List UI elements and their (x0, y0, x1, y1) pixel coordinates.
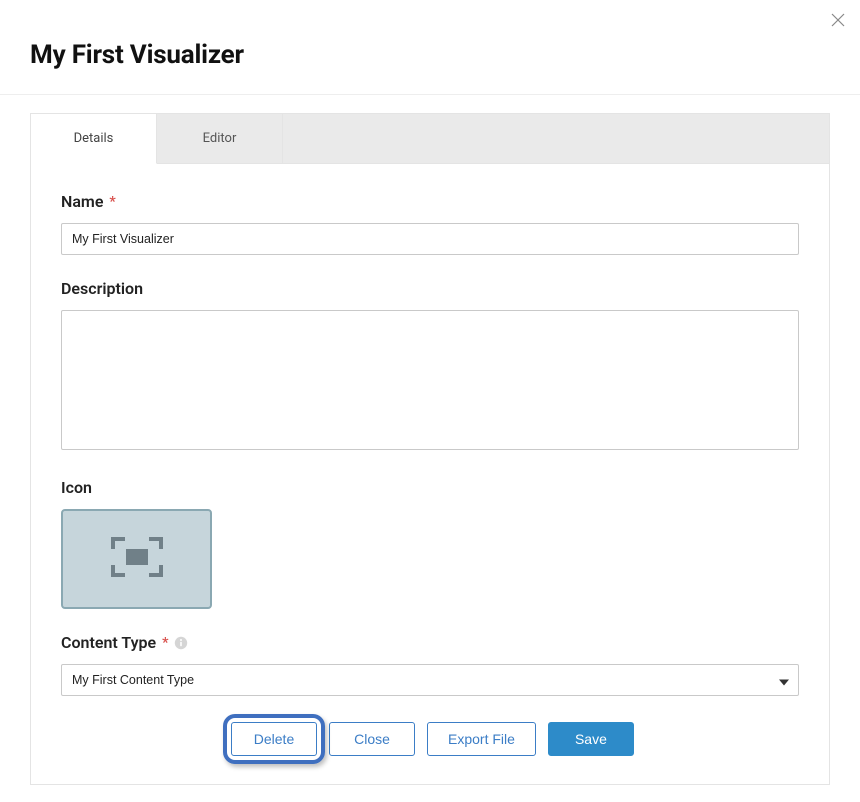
name-input[interactable] (61, 223, 799, 255)
fullscreen-icon (109, 535, 165, 583)
tab-editor-label: Editor (203, 131, 237, 146)
content-type-select-wrap: My First Content Type (61, 664, 799, 696)
tab-details[interactable]: Details (31, 114, 157, 164)
content-type-select[interactable]: My First Content Type (61, 664, 799, 696)
content-type-label: Content Type * (61, 633, 799, 652)
tab-details-label: Details (74, 131, 114, 146)
description-input[interactable] (61, 310, 799, 450)
divider (0, 94, 860, 95)
button-row: Delete Close Export File Save (61, 722, 799, 756)
required-marker: * (162, 635, 168, 651)
tab-editor[interactable]: Editor (157, 114, 283, 163)
name-label: Name * (61, 192, 799, 211)
page-title: My First Visualizer (0, 0, 860, 94)
form-body: Name * Description Icon (31, 164, 829, 784)
delete-button[interactable]: Delete (231, 722, 317, 756)
required-marker: * (109, 194, 115, 210)
save-button[interactable]: Save (548, 722, 634, 756)
name-field-block: Name * (61, 192, 799, 255)
icon-picker[interactable] (61, 509, 212, 609)
content-type-label-text: Content Type (61, 633, 156, 652)
icon-label: Icon (61, 478, 799, 497)
close-icon[interactable] (830, 12, 846, 28)
info-icon[interactable] (174, 636, 188, 650)
close-button[interactable]: Close (329, 722, 415, 756)
description-label-text: Description (61, 279, 143, 298)
name-label-text: Name (61, 192, 103, 211)
tab-bar: Details Editor (31, 114, 829, 164)
content-type-field-block: Content Type * My First Content Type (61, 633, 799, 696)
description-field-block: Description (61, 279, 799, 454)
export-file-button[interactable]: Export File (427, 722, 536, 756)
main-panel: Details Editor Name * Description Icon (30, 113, 830, 785)
icon-label-text: Icon (61, 478, 92, 497)
icon-field-block: Icon (61, 478, 799, 609)
description-label: Description (61, 279, 799, 298)
